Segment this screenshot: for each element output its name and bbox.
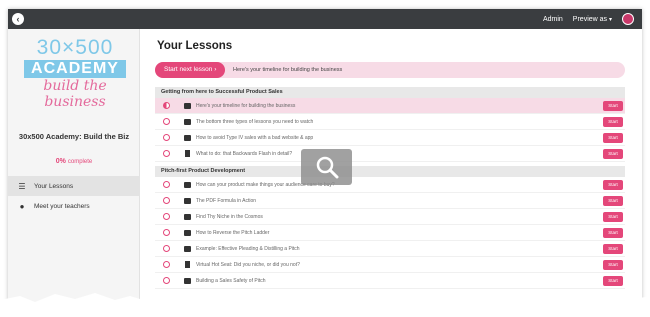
lesson-row[interactable]: How to Reverse the Pitch Ladder Start xyxy=(155,225,625,241)
progress-value: 0% xyxy=(55,158,66,165)
progress-text: 0% complete xyxy=(8,158,140,165)
torn-edge xyxy=(0,292,650,317)
magnifier-icon xyxy=(316,156,339,179)
video-icon xyxy=(184,135,191,141)
course-title: 30x500 Academy: Build the Biz xyxy=(18,132,130,141)
logo-middle: ACADEMY xyxy=(24,60,126,78)
lesson-row[interactable]: Example: Effective Pleading & Distilling… xyxy=(155,241,625,257)
sidebar-item-your-lessons[interactable]: ☰ Your Lessons xyxy=(8,176,140,196)
zoom-overlay[interactable] xyxy=(301,149,352,185)
preview-label: Preview as xyxy=(572,15,608,23)
lesson-status-icon xyxy=(163,245,170,252)
page-title: Your Lessons xyxy=(157,40,233,52)
chevron-down-icon: ▾ xyxy=(608,16,612,23)
section-header: Getting from here to Successful Product … xyxy=(155,87,625,98)
top-nav: Admin Preview as ▾ xyxy=(543,9,634,29)
lesson-row[interactable]: What to do: that Backwards Flash in deta… xyxy=(155,146,625,162)
sidebar-item-label: Meet your teachers xyxy=(34,202,90,210)
lesson-status-icon xyxy=(163,229,170,236)
start-lesson-button[interactable]: Start xyxy=(603,260,623,270)
user-icon: ● xyxy=(19,201,25,211)
start-lesson-button[interactable]: Start xyxy=(603,101,623,111)
start-lesson-button[interactable]: Start xyxy=(603,149,623,159)
sidebar: 30×500 ACADEMY build the business 30x500… xyxy=(8,29,140,305)
list-icon: ☰ xyxy=(18,181,26,191)
lesson-row[interactable]: How can your product make things your au… xyxy=(155,177,625,193)
lesson-title[interactable]: Find Thy Niche in the Cosmos xyxy=(196,209,263,225)
sidebar-nav: ☰ Your Lessons ● Meet your teachers xyxy=(8,176,140,216)
start-lesson-button[interactable]: Start xyxy=(603,212,623,222)
lesson-title[interactable]: The PDF Formula in Action xyxy=(196,193,256,209)
lesson-title[interactable]: How to Reverse the Pitch Ladder xyxy=(196,225,269,241)
video-icon xyxy=(184,198,191,204)
lesson-row[interactable]: Find Thy Niche in the Cosmos Start xyxy=(155,209,625,225)
lesson-status-icon xyxy=(163,213,170,220)
start-lesson-button[interactable]: Start xyxy=(603,133,623,143)
video-icon xyxy=(184,119,191,125)
start-lesson-button[interactable]: Start xyxy=(603,180,623,190)
lesson-title[interactable]: The bottom three types of lessons you ne… xyxy=(196,114,313,130)
lesson-title[interactable]: Example: Effective Pleading & Distilling… xyxy=(196,241,300,257)
progress-label: complete xyxy=(67,159,93,165)
main-content: Your Lessons Start next lesson › Here's … xyxy=(140,29,642,305)
academy-logo[interactable]: 30×500 ACADEMY build the business xyxy=(24,37,126,110)
sidebar-item-label: Your Lessons xyxy=(34,182,74,190)
video-icon xyxy=(184,214,191,220)
document-icon xyxy=(185,150,190,157)
lesson-row[interactable]: The bottom three types of lessons you ne… xyxy=(155,114,625,130)
admin-link[interactable]: Admin xyxy=(543,16,563,23)
lesson-status-icon xyxy=(163,102,170,109)
lesson-row[interactable]: Here's your timeline for building the bu… xyxy=(155,98,625,114)
video-icon xyxy=(184,246,191,252)
start-next-lesson-button[interactable]: Start next lesson › xyxy=(155,62,226,78)
lesson-title[interactable]: Here's your timeline for building the bu… xyxy=(196,98,295,114)
video-icon xyxy=(184,182,191,188)
start-lesson-button[interactable]: Start xyxy=(603,228,623,238)
lesson-title[interactable]: How to avoid Type IV sales with a bad we… xyxy=(196,130,313,146)
sidebar-item-teachers[interactable]: ● Meet your teachers xyxy=(8,196,140,216)
avatar[interactable] xyxy=(622,13,634,25)
back-arrow-icon[interactable]: ‹ xyxy=(12,13,24,25)
lesson-row[interactable]: How to avoid Type IV sales with a bad we… xyxy=(155,130,625,146)
lesson-title[interactable]: Virtual Hot Seat: Did you niche, or did … xyxy=(196,257,300,273)
lesson-status-icon xyxy=(163,150,170,157)
lesson-title[interactable]: What to do: that Backwards Flash in deta… xyxy=(196,146,292,162)
lesson-status-icon xyxy=(163,261,170,268)
lesson-row[interactable]: Virtual Hot Seat: Did you niche, or did … xyxy=(155,257,625,273)
lesson-status-icon xyxy=(163,181,170,188)
lesson-status-icon xyxy=(163,197,170,204)
next-lesson-description: Here's your timeline for building the bu… xyxy=(233,67,343,73)
app-window: ‹ Admin Preview as ▾ 30×500 ACADEMY buil… xyxy=(8,9,642,305)
lesson-status-icon xyxy=(163,134,170,141)
section-header: Pitch-first Product Development xyxy=(155,166,625,177)
next-lesson-bar: Start next lesson › Here's your timeline… xyxy=(155,62,625,78)
start-lesson-button[interactable]: Start xyxy=(603,117,623,127)
lesson-status-icon xyxy=(163,118,170,125)
logo-top: 30×500 xyxy=(36,36,114,59)
lesson-list: Getting from here to Successful Product … xyxy=(155,87,625,289)
start-lesson-button[interactable]: Start xyxy=(603,196,623,206)
top-bar: ‹ Admin Preview as ▾ xyxy=(8,9,642,29)
video-icon xyxy=(184,230,191,236)
start-lesson-button[interactable]: Start xyxy=(603,244,623,254)
video-icon xyxy=(184,103,191,109)
logo-bottom: build the business xyxy=(43,78,107,110)
lesson-row[interactable]: The PDF Formula in Action Start xyxy=(155,193,625,209)
preview-as-dropdown[interactable]: Preview as ▾ xyxy=(573,16,612,23)
document-icon xyxy=(185,261,190,268)
